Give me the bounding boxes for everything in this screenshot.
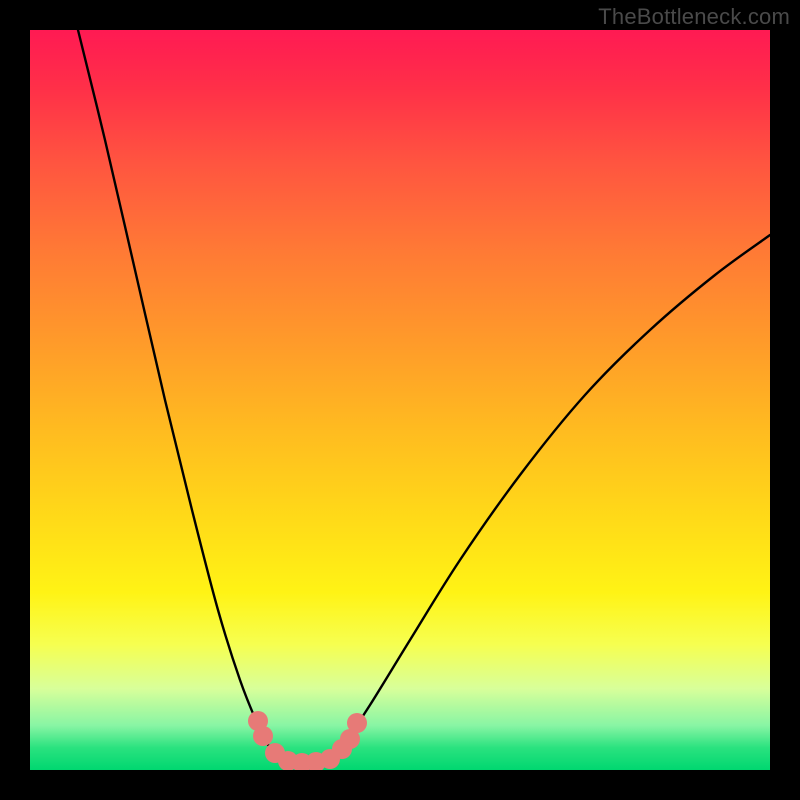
curve-path — [78, 30, 770, 760]
chart-frame: TheBottleneck.com — [0, 0, 800, 800]
watermark-text: TheBottleneck.com — [598, 4, 790, 30]
marker-dot — [253, 726, 273, 746]
marker-group — [248, 711, 367, 770]
curve-layer — [30, 30, 770, 770]
plot-area — [30, 30, 770, 770]
marker-dot — [347, 713, 367, 733]
